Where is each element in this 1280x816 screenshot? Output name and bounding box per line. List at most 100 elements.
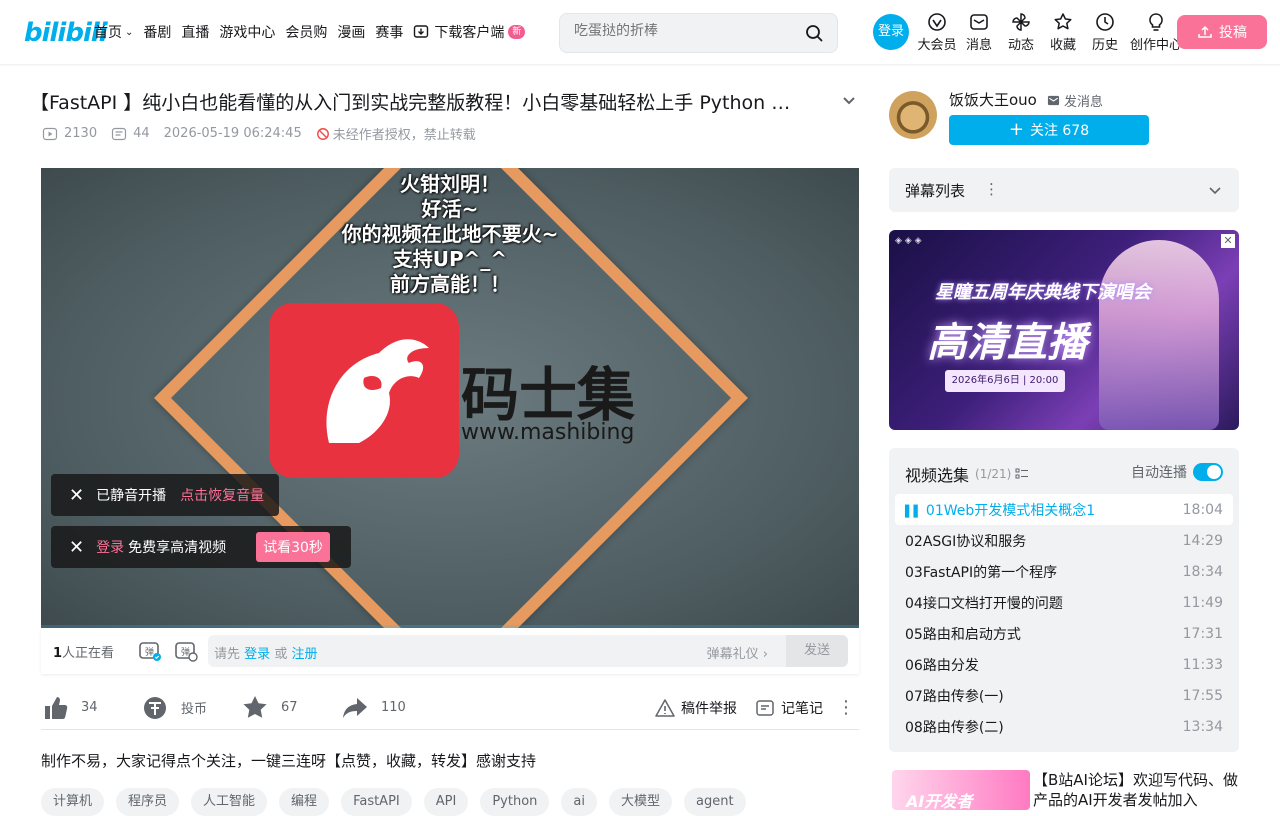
trial-button[interactable]: 试看30秒: [256, 532, 330, 562]
favorites-link[interactable]: 收藏: [1042, 12, 1084, 53]
nav-home[interactable]: 首页 ⌄: [94, 22, 133, 42]
like-button[interactable]: 34: [41, 694, 141, 722]
lightbulb-icon: [1149, 13, 1163, 31]
favorite-button[interactable]: 67: [241, 694, 341, 722]
playlist-item[interactable]: ▌▌ 01Web开发模式相关概念1 18:04: [895, 494, 1233, 525]
playlist-item[interactable]: 02ASGI协议和服务 14:29: [895, 525, 1233, 556]
search-icon[interactable]: [805, 24, 823, 42]
messages-link[interactable]: 消息: [958, 12, 1000, 53]
report-button[interactable]: 稿件举报: [655, 698, 737, 718]
horse-logo-icon: [326, 339, 429, 443]
ad-banner[interactable]: ◈ ◈ ◈ 星瞳五周年庆典线下演唱会 高清直播 2026年6月6日 | 20:0…: [889, 230, 1239, 430]
autoplay-switch[interactable]: [1193, 463, 1223, 481]
video-title: 【FastAPI 】纯小白也能看懂的从入门到实战完整版教程！小白零基础轻松上手 …: [30, 92, 791, 114]
close-icon[interactable]: ✕: [69, 485, 84, 506]
chevron-down-icon[interactable]: [840, 92, 858, 110]
search-input[interactable]: [574, 23, 794, 39]
watching-count: 1人正在看: [53, 645, 115, 661]
mute-toast: ✕ 已静音开播 点击恢复音量: [51, 474, 279, 516]
publish-date: 2026-05-19 06:24:45: [163, 126, 302, 141]
tag[interactable]: API: [423, 788, 469, 816]
notes-button[interactable]: 记笔记: [755, 698, 823, 718]
danmaku-etiquette-link[interactable]: 弹幕礼仪 ›: [707, 643, 768, 662]
search-box: [559, 13, 838, 53]
close-icon[interactable]: ✕: [69, 537, 84, 558]
brand-logo: [269, 303, 459, 478]
tag[interactable]: 计算机: [41, 788, 105, 816]
copyright-notice: 未经作者授权，禁止转载: [316, 124, 476, 143]
history-link[interactable]: 历史: [1084, 12, 1126, 53]
playlist-item[interactable]: 08路由传参(二) 13:34: [895, 711, 1233, 742]
playlist-item[interactable]: 05路由和启动方式 17:31: [895, 618, 1233, 649]
nav-manga[interactable]: 漫画: [337, 22, 365, 42]
danmaku-line: 火钳刘明！: [400, 172, 500, 196]
danmaku-icon: [111, 127, 127, 140]
video-meta: 2130 44 2026-05-19 06:24:45 未经作者授权，禁止转载: [42, 124, 490, 143]
more-options-icon[interactable]: ⋮: [984, 180, 999, 198]
more-options-icon[interactable]: ⋮: [837, 697, 855, 718]
login-toast: ✕ 登录 免费享高清视频 试看30秒: [51, 526, 351, 568]
uploader-name[interactable]: 饭饭大王ouo: [949, 89, 1037, 110]
user-nav: 大会员 消息 动态 收藏 历史 创作中心: [916, 12, 1186, 53]
vip-icon: [928, 13, 946, 31]
main-nav: 首页 ⌄ 番剧 直播 游戏中心 会员购 漫画 赛事 下载客户端 新: [94, 22, 535, 42]
playlist-panel: 视频选集 (1/21) 自动连播 ▌▌ 01Web开发模式相关概念1 18:04 …: [889, 448, 1239, 752]
nav-download-client[interactable]: 下载客户端 新: [413, 22, 526, 42]
forbidden-icon: [316, 127, 329, 140]
nav-esports[interactable]: 赛事: [375, 22, 403, 42]
tag[interactable]: 大模型: [608, 788, 672, 816]
clock-icon: [1096, 13, 1114, 31]
coin-icon: [144, 696, 166, 719]
list-icon[interactable]: [1015, 467, 1029, 481]
send-message-link[interactable]: 发消息: [1047, 91, 1103, 110]
playlist-item[interactable]: 07路由传参(一) 17:55: [895, 680, 1233, 711]
danmaku-settings-icon[interactable]: 弹: [173, 638, 199, 664]
sponsor-logos: ◈ ◈ ◈: [895, 236, 922, 246]
nav-shop[interactable]: 会员购: [285, 22, 327, 42]
dynamics-link[interactable]: 动态: [1000, 12, 1042, 53]
restore-volume-link[interactable]: 点击恢复音量: [180, 485, 264, 505]
tag[interactable]: 程序员: [116, 788, 180, 816]
share-button[interactable]: 110: [341, 694, 441, 722]
share-arrow-icon: [343, 697, 367, 718]
danmaku-send-bar: 1人正在看 弹 弹 请先 登录 或 注册 弹幕礼仪 › 发送: [41, 628, 859, 674]
login-link[interactable]: 登录: [244, 647, 270, 662]
tag[interactable]: 人工智能: [191, 788, 268, 816]
plus-icon: +: [1008, 119, 1024, 140]
tag[interactable]: 编程: [279, 788, 330, 816]
coin-button[interactable]: 投币: [141, 694, 241, 722]
uploader-avatar[interactable]: [889, 91, 937, 139]
playlist-item[interactable]: 03FastAPI的第一个程序 18:34: [895, 556, 1233, 587]
danmaku-input[interactable]: 请先 登录 或 注册 弹幕礼仪 › 发送: [208, 635, 848, 667]
nav-game-center[interactable]: 游戏中心: [219, 22, 275, 42]
playlist-header: 视频选集 (1/21): [905, 462, 1029, 486]
register-link[interactable]: 注册: [291, 647, 317, 662]
tag[interactable]: FastAPI: [341, 788, 412, 816]
nav-anime[interactable]: 番剧: [143, 22, 171, 42]
upload-button[interactable]: 投稿: [1177, 15, 1267, 49]
toast-login-link[interactable]: 登录: [96, 537, 124, 557]
recommended-thumbnail: AI开发者: [892, 770, 1030, 810]
follow-button[interactable]: + 关注 678: [949, 115, 1149, 145]
playlist-item[interactable]: 06路由分发 11:33: [895, 649, 1233, 680]
vip-link[interactable]: 大会员: [916, 12, 958, 53]
brand-url: www.mashibing: [461, 420, 635, 445]
danmaku-list-panel[interactable]: 弹幕列表 ⋮: [889, 168, 1239, 212]
close-icon[interactable]: ✕: [1221, 234, 1235, 248]
danmaku-count: 44: [111, 126, 150, 142]
download-icon: [414, 25, 429, 38]
danmaku-toggle-icon[interactable]: 弹: [137, 638, 163, 664]
video-player[interactable]: 码士集 www.mashibing 火钳刘明！ 好活~ 你的视频在此地不要火~ …: [41, 168, 859, 628]
tag[interactable]: Python: [480, 788, 550, 816]
send-danmaku-button[interactable]: 发送: [786, 635, 848, 667]
recommended-title: 【B站AI论坛】欢迎写代码、做产品的AI开发者发帖加入: [1033, 771, 1238, 809]
nav-live[interactable]: 直播: [181, 22, 209, 42]
tag[interactable]: ai: [561, 788, 597, 816]
login-button[interactable]: 登录: [873, 14, 909, 50]
playlist-item[interactable]: 04接口文档打开慢的问题 11:49: [895, 587, 1233, 618]
warning-icon: [655, 698, 675, 717]
tag[interactable]: agent: [683, 788, 746, 816]
autoplay-toggle[interactable]: 自动连播: [1131, 462, 1223, 482]
svg-text:弹: 弹: [145, 646, 154, 658]
recommended-card[interactable]: AI开发者 【B站AI论坛】欢迎写代码、做产品的AI开发者发帖加入: [889, 770, 1239, 810]
